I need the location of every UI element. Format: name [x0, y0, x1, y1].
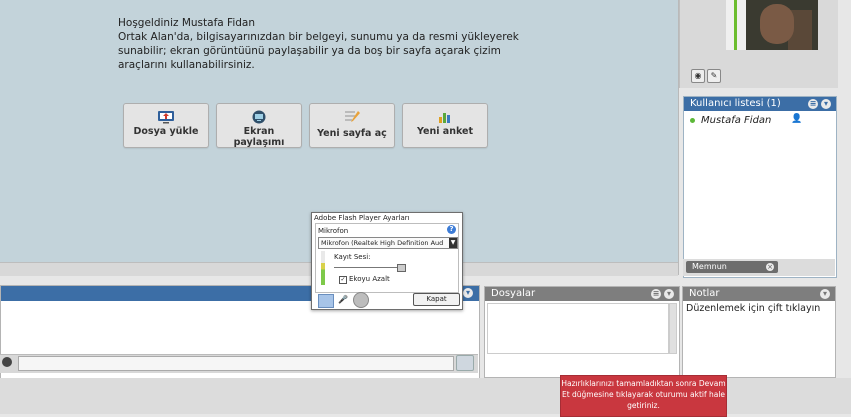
welcome-message: Hoşgeldiniz Mustafa Fidan Ortak Alan'da,…	[118, 16, 538, 72]
user-list-panel: Kullanıcı listesi (1) ≡ ▾ Mustafa Fidan …	[683, 96, 837, 278]
help-icon[interactable]: ?	[447, 225, 456, 234]
flash-settings-dialog: Adobe Flash Player Ayarları Mikrofon ? M…	[311, 212, 463, 310]
webcam-video	[726, 0, 818, 50]
screen-share-label: Ekran paylaşımı	[233, 126, 285, 148]
upload-file-button[interactable]: Dosya yükle	[123, 103, 209, 148]
new-poll-button[interactable]: Yeni anket	[402, 103, 488, 148]
new-page-button[interactable]: Yeni sayfa aç	[309, 103, 395, 148]
upload-file-label: Dosya yükle	[133, 126, 199, 137]
notes-placeholder[interactable]: Düzenlemek için çift tıklayın	[686, 303, 820, 314]
new-page-label: Yeni sayfa aç	[317, 128, 387, 139]
mood-status-select[interactable]: Memnun ×	[686, 261, 778, 273]
microphone-select[interactable]: Mikrofon (Realtek High Definition Aud ▼	[318, 237, 458, 249]
camera-tab-icon[interactable]	[353, 292, 369, 308]
files-title: Dosyalar	[491, 288, 536, 299]
user-role-icon[interactable]: 👤	[791, 114, 802, 124]
camera-settings-icon[interactable]: ◉	[691, 69, 705, 83]
flash-dialog-title: Adobe Flash Player Ayarları	[314, 214, 410, 222]
notes-header: Notlar	[683, 287, 835, 301]
user-list-title: Kullanıcı listesi (1)	[690, 98, 781, 109]
online-status-icon	[690, 117, 695, 123]
new-poll-label: Yeni anket	[417, 126, 473, 137]
screen-share-icon	[252, 110, 266, 124]
welcome-body: Ortak Alan'da, bilgisayarınızdan bir bel…	[118, 31, 519, 71]
notes-panel: Notlar ▾	[682, 286, 836, 378]
files-options-icon[interactable]: ≡	[651, 289, 661, 299]
microphone-tab-icon[interactable]: 🎤	[336, 294, 350, 306]
files-header: Dosyalar	[485, 287, 679, 301]
echo-reduce-label: Ekoyu Azalt	[349, 275, 390, 283]
upload-icon	[158, 111, 174, 124]
notes-collapse-icon[interactable]: ▾	[820, 289, 830, 299]
send-icon[interactable]	[456, 355, 474, 371]
clear-status-icon[interactable]: ×	[766, 263, 774, 271]
microphone-select-value: Mikrofon (Realtek High Definition Aud	[321, 239, 444, 247]
session-toast: Hazırlıklarınızı tamamladıktan sonra Dev…	[560, 375, 727, 417]
chat-collapse-icon[interactable]: ▾	[463, 288, 473, 298]
screen-share-button[interactable]: Ekran paylaşımı	[216, 103, 302, 148]
files-list	[487, 303, 669, 354]
list-item[interactable]: Mustafa Fidan	[690, 115, 771, 126]
chevron-down-icon[interactable]: ▼	[449, 238, 457, 248]
user-name: Mustafa Fidan	[701, 115, 772, 126]
pencil-page-icon	[345, 111, 360, 122]
chat-options-icon[interactable]	[2, 357, 12, 367]
mic-level-meter	[321, 251, 325, 285]
display-tab-icon[interactable]	[318, 294, 334, 308]
chat-input[interactable]	[18, 356, 454, 371]
files-scrollbar[interactable]	[669, 303, 677, 354]
panel-collapse-icon[interactable]: ▾	[821, 99, 831, 109]
record-volume-thumb[interactable]	[397, 264, 406, 272]
welcome-title: Hoşgeldiniz Mustafa Fidan	[118, 17, 255, 29]
echo-reduce-checkbox[interactable]: ✓	[339, 276, 347, 284]
pen-icon[interactable]: ✎	[707, 69, 721, 83]
close-button[interactable]: Kapat	[413, 293, 460, 306]
list-options-icon[interactable]: ≡	[808, 99, 818, 109]
files-collapse-icon[interactable]: ▾	[664, 289, 674, 299]
record-volume-slider[interactable]	[334, 267, 406, 268]
microphone-section-title: Mikrofon	[318, 227, 349, 235]
bar-chart-icon	[439, 113, 450, 123]
mood-status-label: Memnun	[692, 262, 727, 271]
record-volume-label: Kayıt Sesi:	[334, 253, 371, 261]
notes-title: Notlar	[689, 288, 720, 299]
